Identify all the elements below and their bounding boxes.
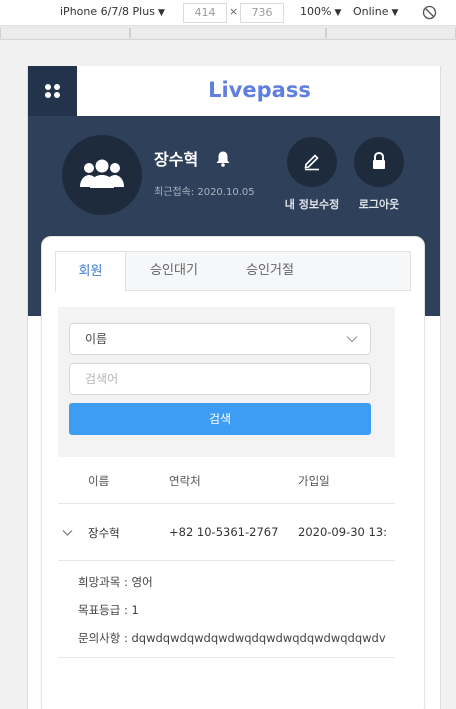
caret-down-icon: ▼ — [334, 8, 342, 18]
logout-label: 로그아웃 — [358, 198, 400, 211]
dimension-separator: × — [229, 5, 239, 18]
pencil-icon — [304, 154, 319, 171]
tab-rejected[interactable]: 승인거절 — [222, 251, 318, 291]
tab-bar: 회원 승인대기 승인거절 — [55, 251, 411, 292]
phone-viewport: Livepass 장수혁 최근접속: 2020.10.05 내 정보수정 로그아… — [27, 66, 441, 709]
edit-profile-label: 내 정보수정 — [284, 198, 340, 211]
chevron-down-icon[interactable] — [62, 529, 73, 537]
user-name: 장수혁 — [154, 150, 199, 169]
caret-down-icon: ▼ — [391, 8, 399, 18]
caret-down-icon: ▼ — [157, 8, 165, 18]
bell-icon[interactable] — [215, 150, 231, 167]
avatar — [62, 135, 142, 215]
divider — [58, 503, 395, 504]
edit-profile-button[interactable] — [287, 137, 337, 187]
search-field-select[interactable]: 이름 — [69, 323, 371, 355]
column-header-joined[interactable]: 가입일 — [298, 473, 330, 489]
member-card: 회원 승인대기 승인거절 이름 검색 이름 연락처 가입일 장수 — [41, 236, 425, 709]
width-input[interactable]: 414 — [183, 3, 227, 23]
cell-phone: +82 10-5361-2767 — [169, 525, 279, 539]
search-input[interactable] — [69, 363, 371, 395]
column-header-phone[interactable]: 연락처 — [169, 473, 201, 489]
search-button[interactable]: 검색 — [69, 403, 371, 435]
search-field-select-value: 이름 — [85, 332, 108, 346]
devtools-toolbar: iPhone 6/7/8 Plus ▼ 414 × 736 100% ▼ Onlin… — [0, 0, 456, 26]
search-panel: 이름 검색 — [58, 307, 395, 457]
network-label: Online — [353, 5, 389, 18]
tab-pending[interactable]: 승인대기 — [126, 251, 222, 291]
brand-logo[interactable]: Livepass — [77, 66, 440, 116]
cell-name: 장수혁 — [88, 526, 120, 540]
lock-icon — [373, 151, 385, 169]
height-input[interactable]: 736 — [240, 3, 284, 23]
zoom-select[interactable]: 100% ▼ — [300, 5, 341, 18]
cell-joined: 2020-09-30 13: — [298, 525, 387, 539]
app-header: Livepass — [28, 66, 440, 116]
tab-members[interactable]: 회원 — [55, 251, 126, 292]
zoom-label: 100% — [300, 5, 332, 18]
divider — [58, 560, 395, 561]
detail-inquiry: 문의사항 : dqwdqwdqwdqwdwqdqwdwqdqwdwqdqwdv — [78, 631, 386, 645]
device-select[interactable]: iPhone 6/7/8 Plus ▼ — [60, 5, 165, 18]
rotate-icon[interactable] — [422, 5, 437, 20]
column-header-name[interactable]: 이름 — [88, 473, 109, 489]
logout-button[interactable] — [354, 137, 404, 187]
divider — [58, 657, 395, 658]
media-query-ruler — [0, 26, 456, 40]
detail-subject: 희망과목 : 영어 — [78, 575, 153, 589]
chevron-down-icon — [346, 336, 358, 343]
menu-button[interactable] — [28, 66, 77, 116]
device-select-label: iPhone 6/7/8 Plus — [60, 5, 155, 18]
detail-target-grade: 목표등급 : 1 — [78, 603, 139, 617]
network-select[interactable]: Online ▼ — [353, 5, 398, 18]
member-table: 이름 연락처 가입일 장수혁 +82 10-5361-2767 2020-09-… — [58, 459, 395, 659]
users-group-icon — [80, 159, 124, 188]
last-login: 최근접속: 2020.10.05 — [154, 187, 255, 198]
